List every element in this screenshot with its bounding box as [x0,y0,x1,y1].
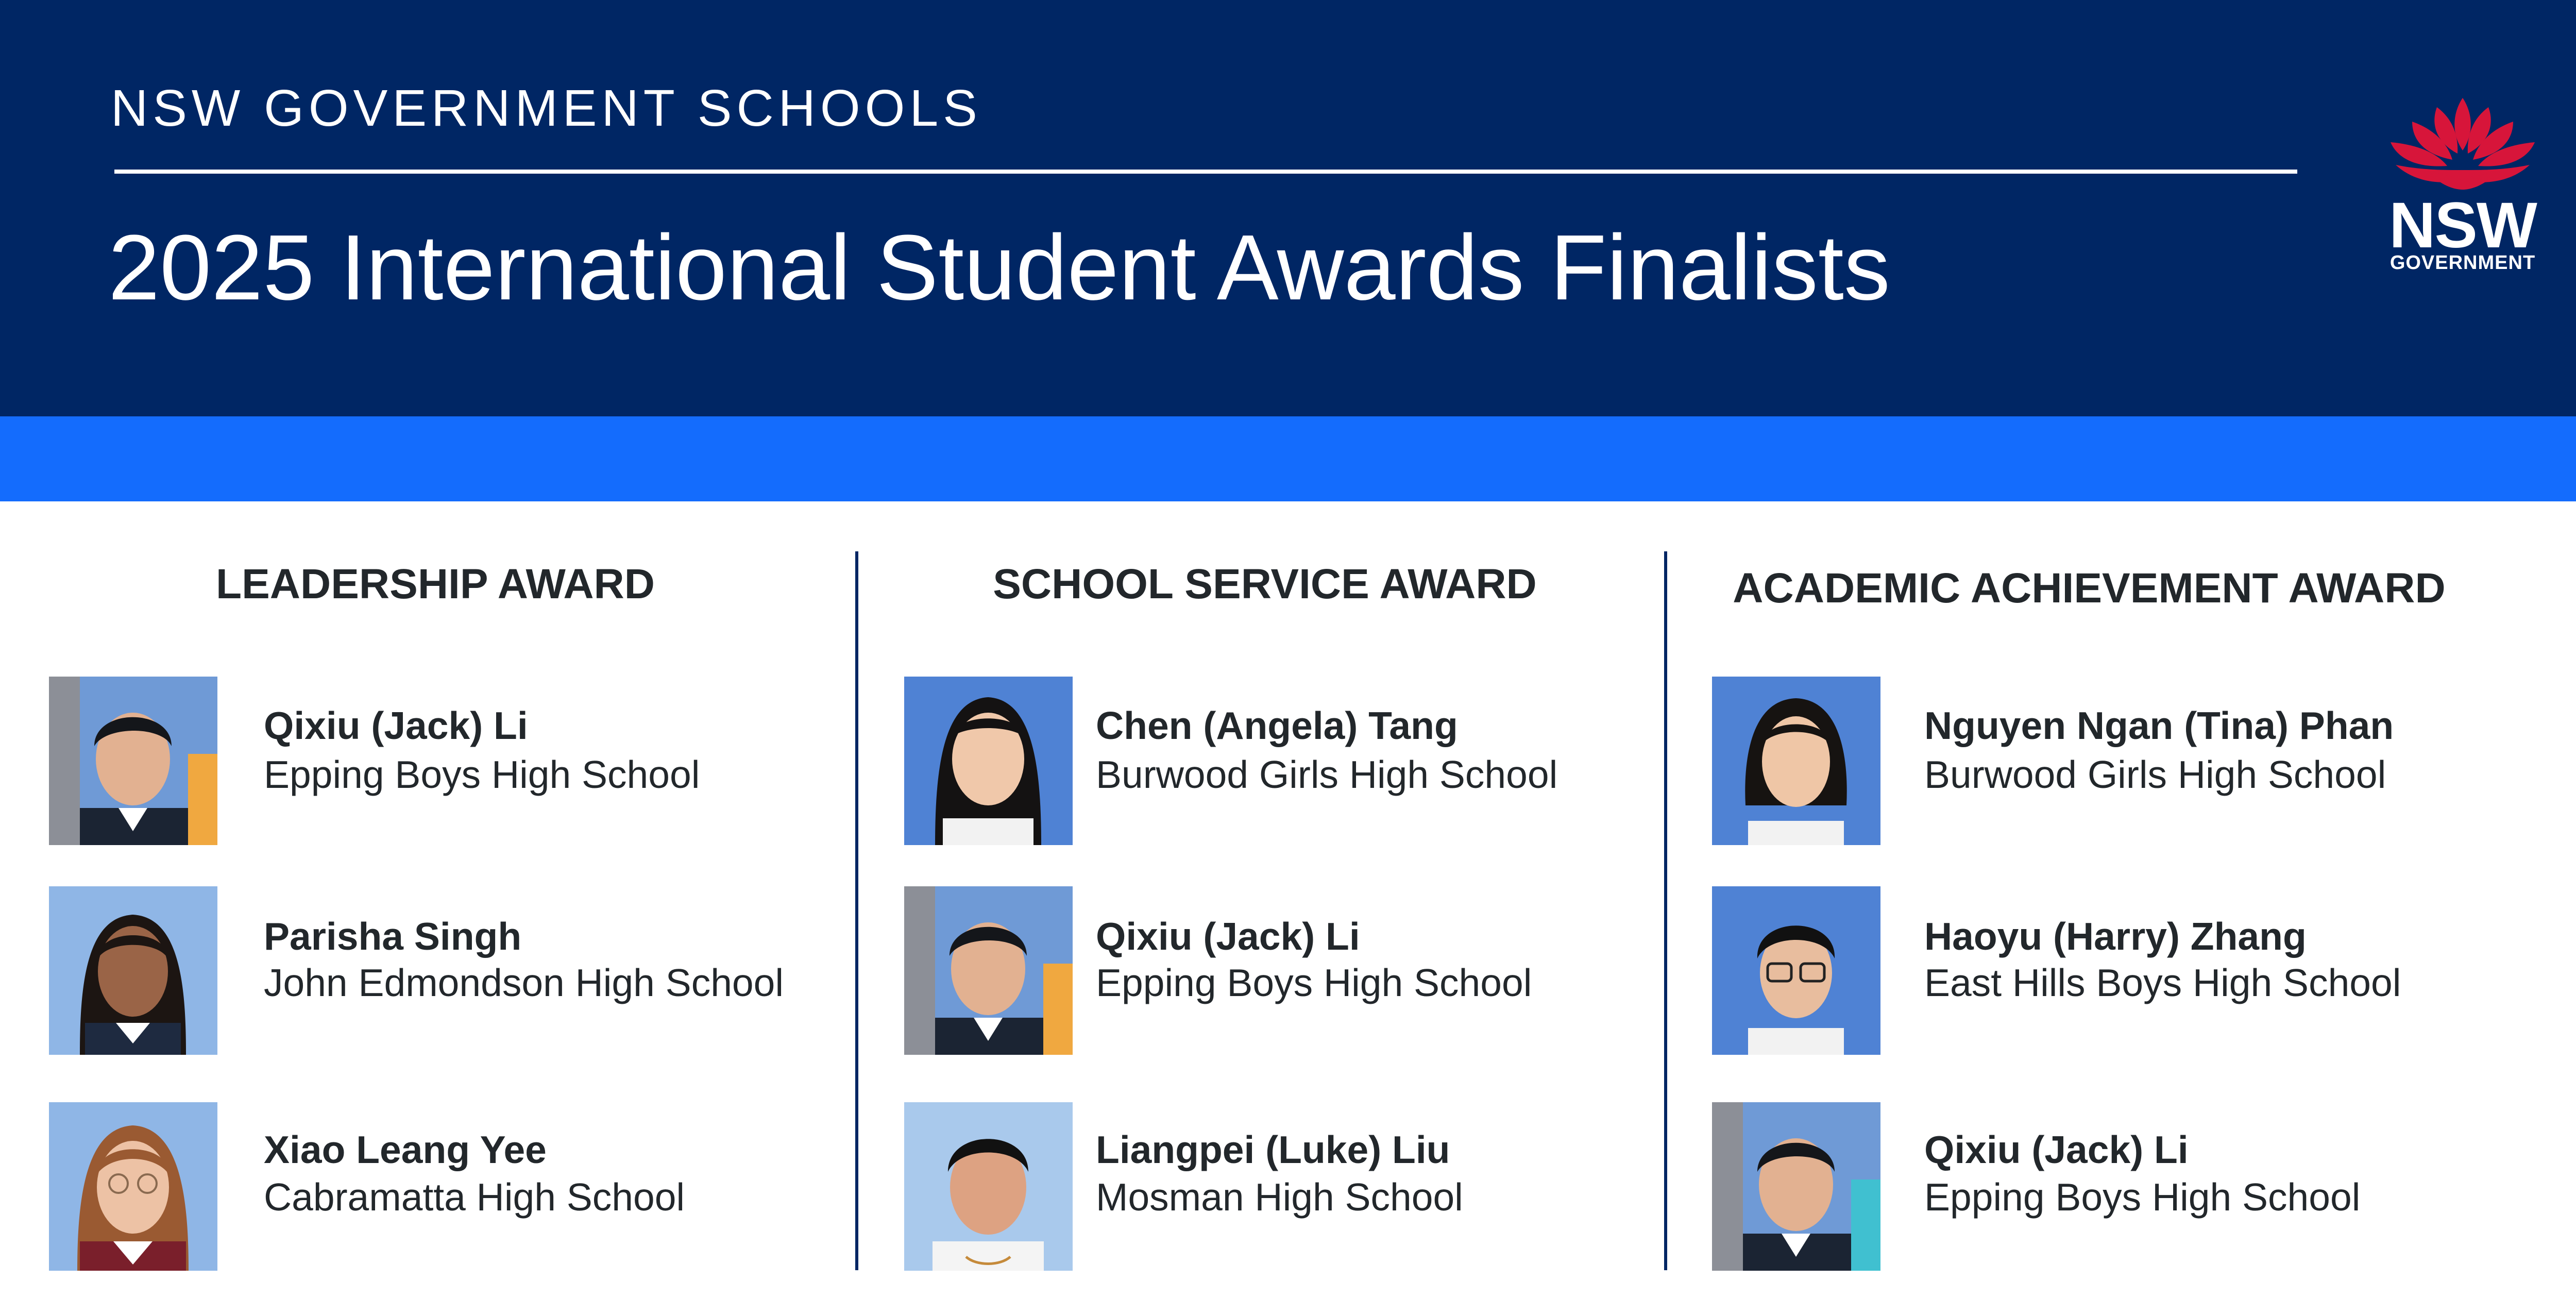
finalist-name: Nguyen Ngan (Tina) Phan [1924,704,2394,747]
finalist-name: Qixiu (Jack) Li [1924,1128,2189,1171]
finalist-name: Haoyu (Harry) Zhang [1924,915,2307,958]
finalist-school: Mosman High School [1096,1175,1463,1219]
header-kicker: NSW GOVERNMENT SCHOOLS [111,79,982,137]
finalist-school: Burwood Girls High School [1096,753,1558,796]
finalist-name: Parisha Singh [264,915,522,958]
student-photo [1712,886,1880,1055]
finalist-card: Nguyen Ngan (Tina) Phan Burwood Girls Hi… [1667,677,2576,847]
logo-subtitle: GOVERNMENT [2389,252,2536,274]
awards-poster: NSW GOVERNMENT SCHOOLS 2025 Internationa… [0,0,2576,1314]
award-column-school-service: SCHOOL SERVICE AWARD Chen (Angela) Tang … [858,501,1664,1314]
student-photo [904,1102,1073,1271]
finalist-school: John Edmondson High School [264,961,784,1004]
finalist-card: Parisha Singh John Edmondson High School [0,886,855,1056]
logo-wordmark: NSW [2389,190,2537,261]
finalist-card: Xiao Leang Yee Cabramatta High School [0,1102,855,1272]
finalist-card: Qixiu (Jack) Li Epping Boys High School [1667,1102,2576,1272]
award-column-leadership: LEADERSHIP AWARD Qixiu (Jack) Li Epping … [0,501,855,1314]
finalist-card: Haoyu (Harry) Zhang East Hills Boys High… [1667,886,2576,1056]
award-column-academic-achievement: ACADEMIC ACHIEVEMENT AWARD Nguyen Ngan (… [1667,501,2576,1314]
finalist-card: Qixiu (Jack) Li Epping Boys High School [858,886,1664,1056]
student-photo [49,1102,217,1271]
student-photo [1712,677,1880,845]
finalist-school: Epping Boys High School [1924,1175,2361,1219]
finalist-name: Xiao Leang Yee [264,1128,547,1171]
finalist-name: Qixiu (Jack) Li [1096,915,1360,958]
finalist-card: Chen (Angela) Tang Burwood Girls High Sc… [858,677,1664,847]
nsw-government-logo: NSW GOVERNMENT [2375,93,2550,278]
finalist-school: Epping Boys High School [264,753,700,796]
finalist-name: Chen (Angela) Tang [1096,704,1458,747]
finalist-school: Cabramatta High School [264,1175,685,1219]
student-photo [49,677,217,845]
finalist-school: East Hills Boys High School [1924,961,2401,1004]
finalist-card: Liangpei (Luke) Liu Mosman High School [858,1102,1664,1272]
finalist-school: Epping Boys High School [1096,961,1532,1004]
waratah-flower-icon [2391,98,2535,190]
student-photo [49,886,217,1055]
finalist-name: Qixiu (Jack) Li [264,704,528,747]
header-banner: NSW GOVERNMENT SCHOOLS 2025 Internationa… [0,0,2576,416]
accent-band [0,416,2576,501]
student-photo [904,677,1073,845]
finalist-school: Burwood Girls High School [1924,753,2386,796]
award-title: SCHOOL SERVICE AWARD [993,561,1537,608]
header-rule [114,170,2297,174]
student-photo [904,886,1073,1055]
finalist-card: Qixiu (Jack) Li Epping Boys High School [0,677,855,847]
student-photo [1712,1102,1880,1271]
page-title: 2025 International Student Awards Finali… [108,216,1890,319]
award-title: LEADERSHIP AWARD [216,561,655,608]
award-title: ACADEMIC ACHIEVEMENT AWARD [1733,565,2446,612]
finalist-name: Liangpei (Luke) Liu [1096,1128,1450,1171]
